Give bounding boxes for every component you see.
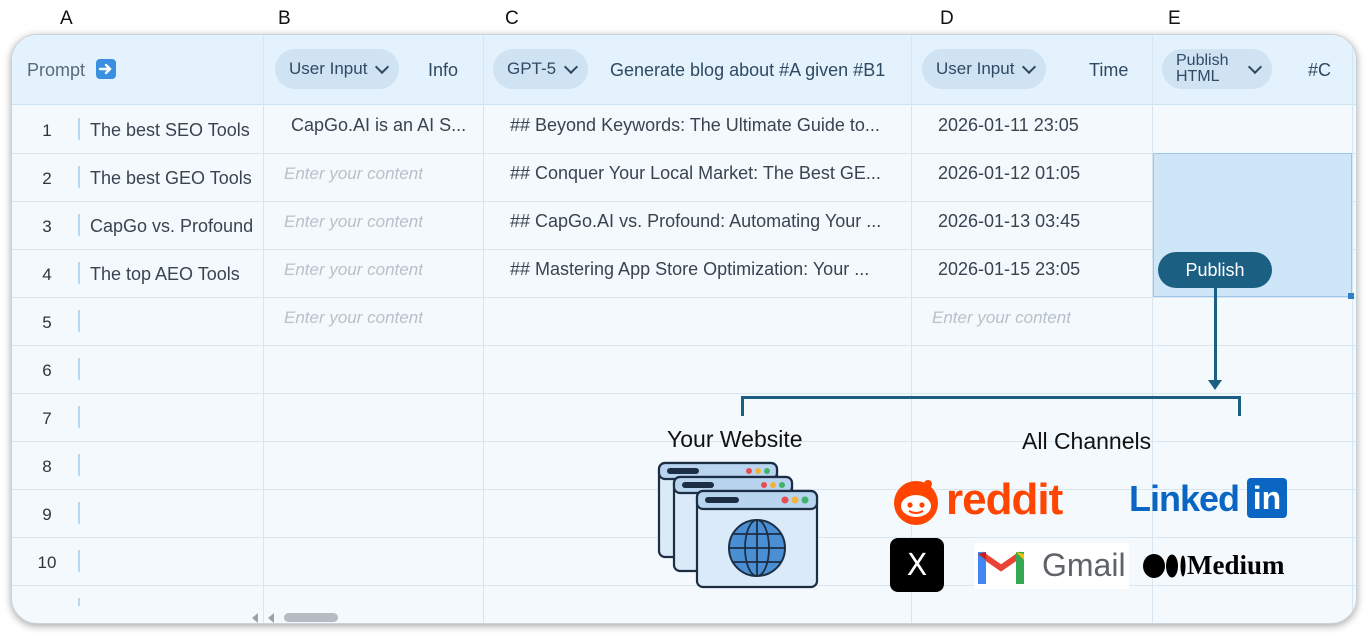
column-e-type-dropdown[interactable]: Publish HTML xyxy=(1162,49,1273,89)
column-b-label[interactable]: Info xyxy=(428,60,458,81)
row-number: 1 xyxy=(42,121,52,140)
row-number: 6 xyxy=(42,361,52,380)
cell-d1[interactable]: 2026-01-11 23:05 xyxy=(938,115,1079,136)
chevron-down-icon xyxy=(564,59,579,74)
medium-logo: Medium xyxy=(1143,548,1293,584)
column-letter-d: D xyxy=(940,8,954,29)
column-c-prompt[interactable]: Generate blog about #A given #B1 xyxy=(610,60,885,81)
linkedin-logo: Linked in xyxy=(1129,478,1289,522)
cell-b4-placeholder[interactable]: Enter your content xyxy=(284,260,423,280)
gmail-logo: Gmail xyxy=(974,543,1129,589)
cell-d3[interactable]: 2026-01-13 03:45 xyxy=(938,211,1080,232)
row-number: 9 xyxy=(42,505,52,524)
cell-c3[interactable]: ## CapGo.AI vs. Profound: Automating You… xyxy=(510,211,900,232)
horizontal-scrollbar-thumb[interactable] xyxy=(284,613,338,622)
column-d-label[interactable]: Time xyxy=(1089,60,1128,81)
row-number: 7 xyxy=(42,409,52,428)
cell-b2-placeholder[interactable]: Enter your content xyxy=(284,164,423,184)
column-b-type-label: User Input xyxy=(289,59,368,78)
gmail-wordmark: Gmail xyxy=(1042,547,1126,583)
medium-wordmark: Medium xyxy=(1187,550,1285,580)
linkedin-in-badge: in xyxy=(1247,478,1287,518)
flow-arrow xyxy=(1214,288,1217,384)
website-icon xyxy=(657,461,822,589)
column-letters: A B C D E xyxy=(0,8,1366,34)
reddit-wordmark: reddit xyxy=(946,475,1063,524)
distribution-bracket xyxy=(741,396,1241,416)
cell-a3[interactable]: CapGo vs. Profound xyxy=(90,216,260,237)
column-d-type-label: User Input xyxy=(936,59,1015,78)
column-c-model-label: GPT-5 xyxy=(507,59,557,78)
cell-b3-placeholder[interactable]: Enter your content xyxy=(284,212,423,232)
column-e-label[interactable]: #C xyxy=(1308,60,1331,81)
column-letter-b: B xyxy=(278,8,291,29)
column-d-type-dropdown[interactable]: User Input xyxy=(922,49,1047,89)
chevron-down-icon xyxy=(1248,59,1263,74)
cell-b1[interactable]: CapGo.AI is an AI S... xyxy=(291,115,479,136)
column-letter-a: A xyxy=(60,8,73,29)
column-b-type-dropdown[interactable]: User Input xyxy=(275,49,400,89)
fill-handle[interactable] xyxy=(1348,293,1354,299)
row-number: 10 xyxy=(37,553,57,572)
column-c-model-dropdown[interactable]: GPT-5 xyxy=(493,49,589,89)
cell-b5-placeholder[interactable]: Enter your content xyxy=(284,308,423,328)
column-e-type-line1: Publish xyxy=(1176,52,1229,69)
x-logo: X xyxy=(890,538,944,592)
cell-a1[interactable]: The best SEO Tools xyxy=(90,120,260,141)
row-number: 5 xyxy=(42,313,52,332)
your-website-label: Your Website xyxy=(667,426,803,452)
arrow-head-icon xyxy=(1208,380,1222,390)
linkedin-wordmark: Linked xyxy=(1129,478,1240,519)
publish-button[interactable]: Publish xyxy=(1158,252,1272,288)
cell-d2[interactable]: 2026-01-12 01:05 xyxy=(938,163,1080,184)
cell-a2[interactable]: The best GEO Tools xyxy=(90,168,260,189)
cell-d5-placeholder[interactable]: Enter your content xyxy=(932,308,1071,328)
column-letter-e: E xyxy=(1168,8,1181,29)
cell-a4[interactable]: The top AEO Tools xyxy=(90,264,260,285)
row-number: 8 xyxy=(42,457,52,476)
right-arrow-emoji-icon xyxy=(96,59,117,79)
cell-d4[interactable]: 2026-01-15 23:05 xyxy=(938,259,1080,280)
cell-c4[interactable]: ## Mastering App Store Optimization: You… xyxy=(510,259,900,280)
x-wordmark: X xyxy=(906,547,928,583)
cell-c2[interactable]: ## Conquer Your Local Market: The Best G… xyxy=(510,163,900,184)
row-number: 3 xyxy=(42,217,52,236)
row-number: 2 xyxy=(42,169,52,188)
all-channels-label: All Channels xyxy=(1022,428,1152,454)
row-number: 4 xyxy=(42,265,52,284)
column-letter-c: C xyxy=(505,8,519,29)
scroll-left-arrow-icon[interactable] xyxy=(268,613,274,623)
scroll-left-arrow-icon[interactable] xyxy=(252,613,258,623)
spreadsheet-frame: Prompt User Input Info GPT-5 Generate bl… xyxy=(11,34,1357,624)
reddit-logo: reddit xyxy=(890,475,1070,527)
chevron-down-icon xyxy=(375,59,390,74)
column-e-type-line2: HTML xyxy=(1176,68,1220,85)
chevron-down-icon xyxy=(1022,59,1037,74)
column-a-header[interactable]: Prompt xyxy=(27,59,117,81)
cell-c1[interactable]: ## Beyond Keywords: The Ultimate Guide t… xyxy=(510,115,900,136)
column-a-title: Prompt xyxy=(27,60,86,80)
